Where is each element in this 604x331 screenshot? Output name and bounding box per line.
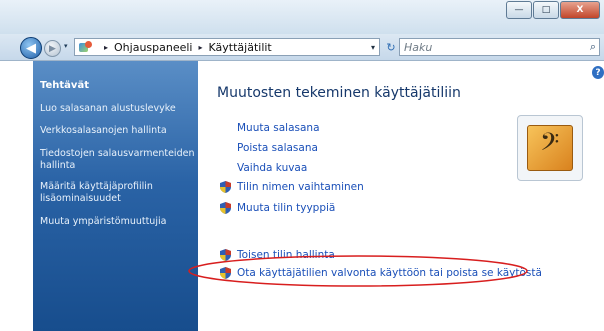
- forward-button[interactable]: ▶: [44, 40, 61, 57]
- uac-shield-icon: [220, 267, 231, 279]
- address-dropdown-icon[interactable]: ▾: [371, 43, 375, 52]
- breadcrumb-separator: ▸: [198, 42, 203, 52]
- breadcrumb-separator: ▸: [104, 42, 109, 52]
- uac-shield-icon: [220, 202, 231, 214]
- change-picture-link[interactable]: Vaihda kuvaa: [237, 162, 307, 174]
- window-controls: — □ X: [505, 1, 600, 19]
- sidebar-link-advanced-profile-properties[interactable]: Määritä käyttäjäprofiilin lisäominaisuud…: [40, 181, 195, 205]
- bass-clef-icon: 𝄢: [540, 128, 560, 163]
- rename-account-link[interactable]: Tilin nimen vaihtaminen: [237, 181, 364, 193]
- sidebar-link-environment-variables[interactable]: Muuta ympäristömuuttujia: [40, 216, 195, 228]
- minimize-button[interactable]: —: [506, 1, 532, 19]
- refresh-button[interactable]: ↻: [383, 39, 399, 55]
- address-bar[interactable]: ▸ Ohjauspaneeli ▸ Käyttäjätilit ▾: [74, 38, 380, 56]
- recent-pages-dropdown[interactable]: ▾: [64, 42, 68, 50]
- manage-another-account-link[interactable]: Toisen tilin hallinta: [237, 249, 335, 261]
- breadcrumb-user-accounts[interactable]: Käyttäjätilit: [209, 41, 272, 54]
- uac-shield-icon: [220, 181, 231, 193]
- sidebar-link-network-passwords[interactable]: Verkkosalasanojen hallinta: [40, 125, 195, 137]
- change-account-type-link[interactable]: Muuta tilin tyyppiä: [237, 202, 335, 214]
- toggle-uac-link[interactable]: Ota käyttäjätilien valvonta käyttöön tai…: [237, 267, 542, 279]
- back-button[interactable]: ◀: [20, 37, 42, 59]
- navigation-bar: ◀ ▶ ▾ ▸ Ohjauspaneeli ▸ Käyttäjätilit ▾ …: [0, 34, 604, 61]
- change-password-link[interactable]: Muuta salasana: [237, 122, 320, 134]
- sidebar-title: Tehtävät: [40, 80, 89, 91]
- task-sidebar: Tehtävät Luo salasanan alustuslevyke Ver…: [33, 61, 198, 331]
- title-bar: — □ X: [0, 0, 604, 34]
- help-icon[interactable]: ?: [592, 66, 604, 79]
- sidebar-link-file-encryption-certificates[interactable]: Tiedostojen salausvarmenteiden hallinta: [40, 148, 195, 172]
- remove-password-link[interactable]: Poista salasana: [237, 142, 318, 154]
- search-icon[interactable]: ⌕: [590, 40, 596, 54]
- page-title: Muutosten tekeminen käyttäjätiliin: [217, 85, 461, 101]
- close-button[interactable]: X: [560, 1, 600, 19]
- control-panel-icon: [79, 41, 93, 53]
- search-placeholder: Haku: [404, 40, 433, 54]
- maximize-button[interactable]: □: [533, 1, 559, 19]
- search-input[interactable]: Haku ⌕: [399, 38, 600, 56]
- sidebar-link-create-reset-disk[interactable]: Luo salasanan alustuslevyke: [40, 103, 195, 115]
- user-picture: 𝄢: [517, 115, 583, 181]
- user-picture-image: 𝄢: [527, 125, 573, 171]
- uac-shield-icon: [220, 249, 231, 261]
- breadcrumb-control-panel[interactable]: Ohjauspaneeli: [114, 41, 192, 54]
